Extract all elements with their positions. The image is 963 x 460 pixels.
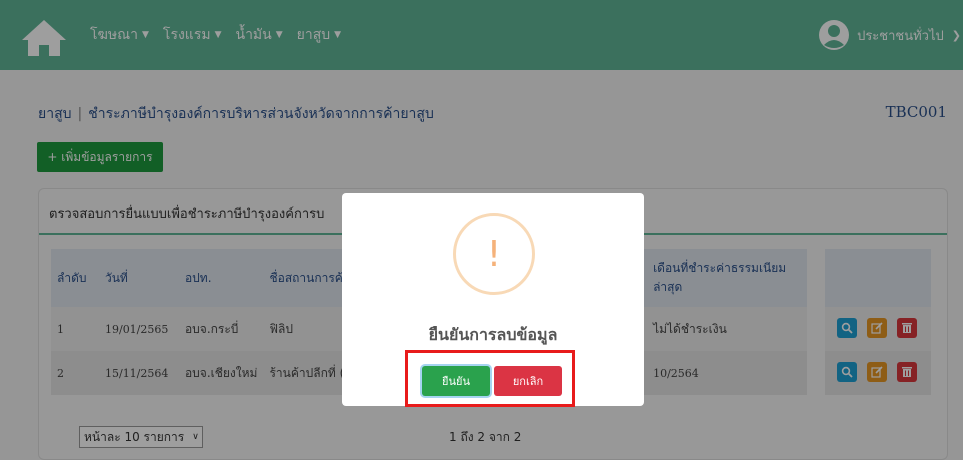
confirm-button[interactable]: ยืนยัน: [422, 366, 490, 396]
cancel-button[interactable]: ยกเลิก: [494, 366, 562, 396]
confirm-delete-dialog: ! ยืนยันการลบข้อมูล ยืนยัน ยกเลิก: [342, 193, 644, 407]
dialog-title: ยืนยันการลบข้อมูล: [428, 325, 558, 344]
warning-icon: !: [453, 213, 535, 295]
